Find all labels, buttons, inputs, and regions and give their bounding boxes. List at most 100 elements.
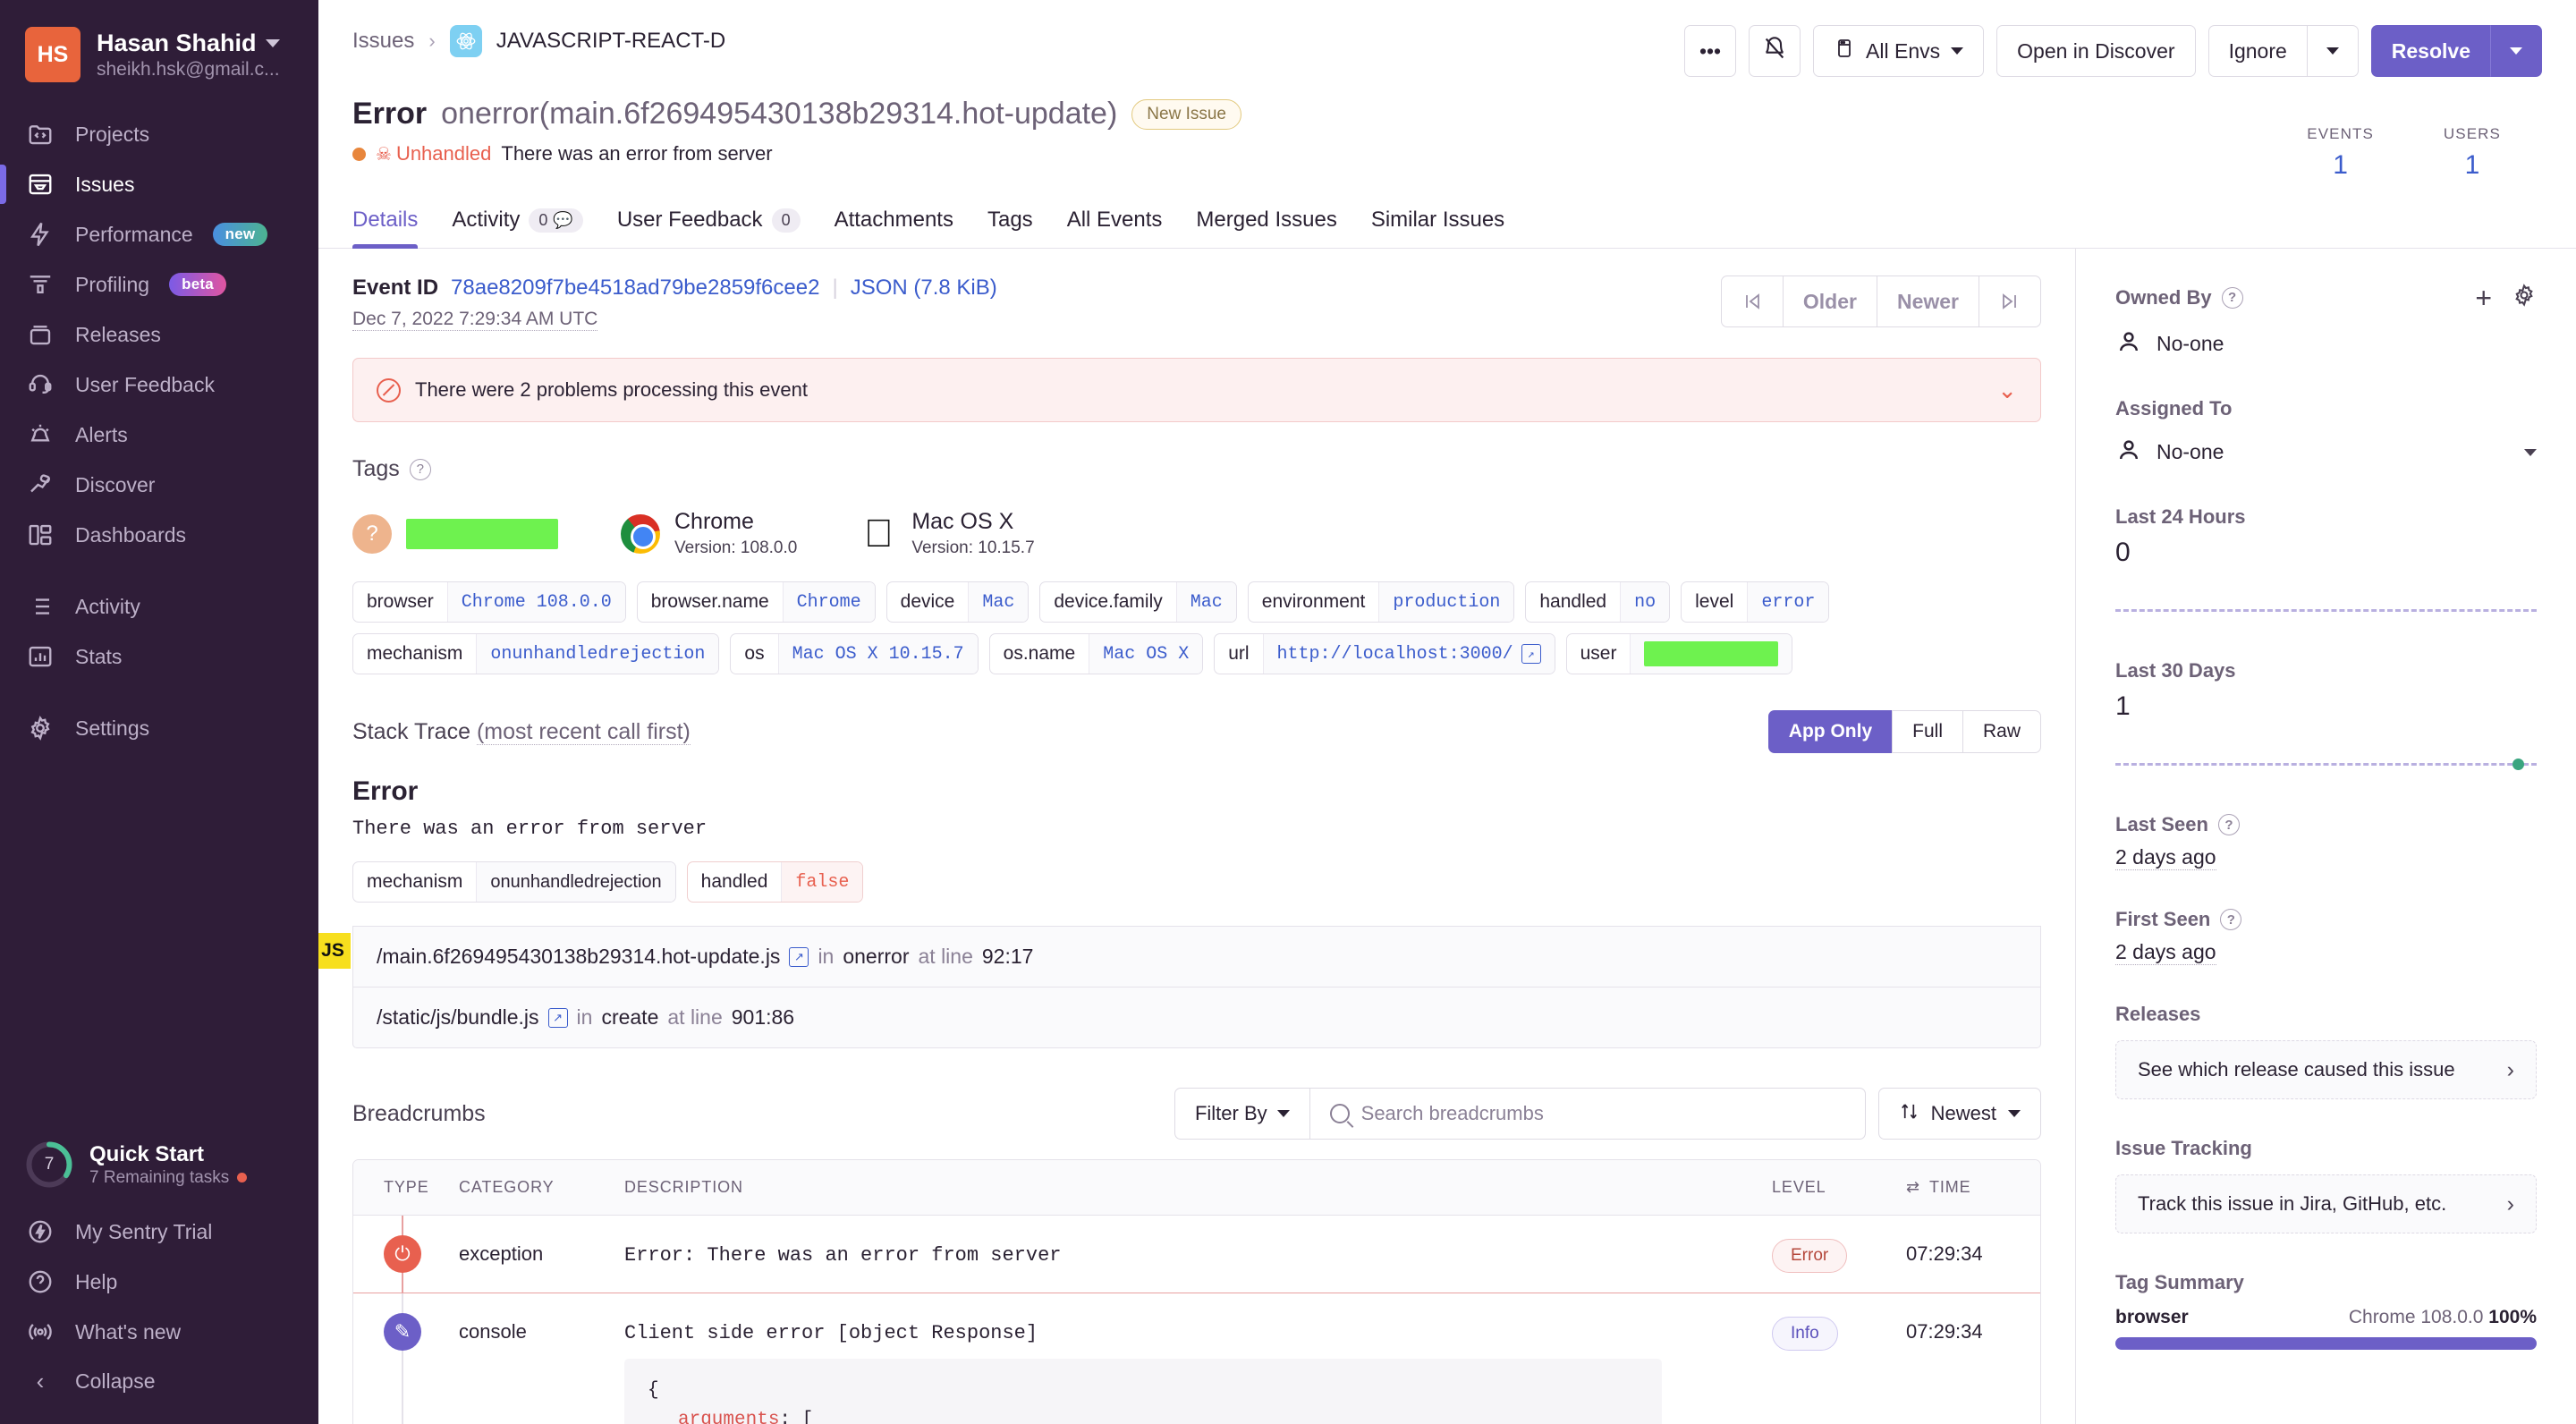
external-link-icon[interactable]: ↗ [547, 1007, 568, 1028]
sidebar-item-alerts[interactable]: Alerts [0, 410, 318, 460]
question-icon[interactable]: ? [2221, 286, 2243, 309]
tag-pill-level[interactable]: level error [1681, 581, 1830, 623]
older-event-button[interactable]: Older [1782, 275, 1877, 327]
breadcrumb-project-name[interactable]: JAVASCRIPT-REACT-D [496, 29, 725, 54]
tag-pill-url[interactable]: url http://localhost:3000/ ↗ [1214, 633, 1555, 674]
tab-user-feedback[interactable]: User Feedback 0 [617, 208, 801, 248]
sidebar-item-discover[interactable]: Discover [0, 460, 318, 510]
tag-key: device [900, 591, 955, 612]
ignore-button[interactable]: Ignore [2207, 25, 2307, 77]
add-owner-button[interactable]: + [2475, 284, 2492, 312]
tag-pill-handled[interactable]: handled no [1525, 581, 1671, 623]
sidebar-item-profiling[interactable]: Profiling beta [0, 259, 318, 309]
environment-label: All Envs [1866, 38, 1941, 63]
sidebar-item-dashboards[interactable]: Dashboards [0, 510, 318, 560]
view-app-only[interactable]: App Only [1767, 710, 1893, 753]
stack-pill-handled[interactable]: handled false [686, 861, 864, 903]
chevron-down-icon [2524, 448, 2537, 456]
tag-pill-environment[interactable]: environment production [1247, 581, 1515, 623]
tag-pill-user[interactable]: user [1565, 633, 1793, 674]
resolve-dropdown-button[interactable] [2490, 25, 2542, 77]
releases-card[interactable]: See which release caused this issue › [2115, 1040, 2537, 1099]
sidebar-item-help[interactable]: Help [0, 1257, 318, 1307]
filter-by-button[interactable]: Filter By [1175, 1089, 1310, 1139]
sidebar-item-settings[interactable]: Settings [0, 703, 318, 753]
stack-pill-mechanism[interactable]: mechanism onunhandledrejection [352, 861, 676, 903]
first-event-button[interactable] [1720, 275, 1783, 327]
tag-pill-browser[interactable]: browser Chrome 108.0.0 [352, 581, 626, 623]
column-time[interactable]: ⇄ TIME [1906, 1178, 2040, 1197]
tab-all-events[interactable]: All Events [1067, 208, 1163, 248]
tab-similar-issues[interactable]: Similar Issues [1371, 208, 1504, 248]
resolve-button[interactable]: Resolve [2370, 25, 2490, 77]
environment-selector[interactable]: All Envs [1813, 25, 1985, 77]
table-row[interactable]: ⏻ exception Error: There was an error fr… [353, 1216, 2040, 1293]
os-name: Mac OS X [911, 509, 1014, 534]
stack-frame[interactable]: /main.6f269495430138b29314.hot-update.js… [352, 926, 2041, 987]
view-raw[interactable]: Raw [1962, 710, 2041, 753]
tag-pill-device-family[interactable]: device.family Mac [1039, 581, 1237, 623]
processing-errors-alert[interactable]: There were 2 problems processing this ev… [352, 358, 2041, 422]
question-icon[interactable]: ? [409, 458, 431, 480]
tab-tags[interactable]: Tags [987, 208, 1033, 248]
tag-pill-os-name[interactable]: os.name Mac OS X [988, 633, 1204, 674]
collapse-sidebar-button[interactable]: ‹ Collapse [0, 1357, 318, 1406]
sidebar-item-activity[interactable]: Activity [0, 581, 318, 631]
sidebar-item-user-feedback[interactable]: User Feedback [0, 360, 318, 410]
tab-activity[interactable]: Activity 0 💬 [452, 208, 583, 248]
sidebar-item-releases[interactable]: Releases [0, 309, 318, 360]
ignore-dropdown-button[interactable] [2306, 25, 2359, 77]
resolve-button-group: Resolve [2370, 25, 2542, 77]
tag-summary-row[interactable]: browser Chrome 108.0.0 100% [2115, 1307, 2537, 1328]
tab-attachments[interactable]: Attachments [835, 208, 953, 248]
tag-pill-browser-name[interactable]: browser.name Chrome [636, 581, 876, 623]
chevron-down-icon[interactable]: ⌄ [1997, 377, 2017, 404]
mute-button[interactable] [1749, 25, 1801, 77]
event-id-value[interactable]: 78ae8209f7be4518ad79be2859f6cee2 [451, 275, 819, 301]
newer-event-button[interactable]: Newer [1876, 275, 1979, 327]
latest-event-button[interactable] [1979, 275, 2041, 327]
quick-start-button[interactable]: 7 Quick Start 7 Remaining tasks [0, 1128, 318, 1207]
os-version: Version: 10.15.7 [911, 538, 1035, 557]
tag-pill-device[interactable]: device Mac [886, 581, 1030, 623]
sidebar-item-performance[interactable]: Performance new [0, 209, 318, 259]
tag-summary-user[interactable]: ? [352, 513, 558, 554]
sidebar-item-my-sentry-trial[interactable]: My Sentry Trial [0, 1207, 318, 1257]
external-link-icon[interactable]: ↗ [1521, 644, 1541, 664]
open-in-discover-button[interactable]: Open in Discover [1996, 25, 2196, 77]
event-json-link[interactable]: JSON (7.8 KiB) [851, 275, 997, 301]
search-breadcrumbs-input[interactable]: Search breadcrumbs [1310, 1089, 1865, 1139]
more-actions-button[interactable]: ••• [1684, 25, 1737, 77]
external-link-icon[interactable]: ↗ [789, 946, 809, 967]
sidebar-item-projects[interactable]: Projects [0, 109, 318, 159]
question-icon[interactable]: ? [2220, 909, 2242, 930]
page-title: Error onerror(main.6f269495430138b29314.… [352, 97, 1241, 131]
releases-block: Releases See which release caused this i… [2115, 1003, 2537, 1099]
tab-details[interactable]: Details [352, 208, 419, 249]
breadcrumb-issues-link[interactable]: Issues [352, 29, 414, 54]
org-dropdown[interactable]: HS Hasan Shahid sheikh.hsk@gmail.c... [0, 20, 318, 109]
table-row[interactable]: ✎ console Client side error [object Resp… [353, 1293, 2040, 1424]
events-stat[interactable]: EVENTS 1 [2307, 125, 2374, 181]
tag-summary-os[interactable]:  Mac OS X Version: 10.15.7 [860, 509, 1035, 558]
users-stat[interactable]: USERS 1 [2444, 125, 2501, 181]
tab-merged-issues[interactable]: Merged Issues [1196, 208, 1336, 248]
event-scroll-area[interactable]: Event ID 78ae8209f7be4518ad79be2859f6cee… [318, 249, 2075, 1424]
view-full[interactable]: Full [1892, 710, 1962, 753]
tag-summary-browser[interactable]: Chrome Version: 108.0.0 [621, 509, 797, 558]
issue-tracking-card[interactable]: Track this issue in Jira, GitHub, etc. › [2115, 1174, 2537, 1233]
sidebar-item-stats[interactable]: Stats [0, 631, 318, 682]
assigned-to-selector[interactable]: No-one [2115, 437, 2537, 468]
owner-settings-button[interactable] [2512, 283, 2537, 312]
tag-pill-os[interactable]: os Mac OS X 10.15.7 [730, 633, 979, 674]
column-level: LEVEL [1772, 1178, 1826, 1196]
tag-pill-mechanism[interactable]: mechanism onunhandledrejection [352, 633, 720, 674]
users-label: USERS [2443, 125, 2501, 142]
stack-frame[interactable]: /static/js/bundle.js ↗ in create at line… [352, 987, 2041, 1048]
tag-value: Mac [1175, 582, 1236, 622]
sort-button[interactable]: Newest [1877, 1088, 2041, 1140]
issues-icon [25, 169, 55, 199]
sidebar-item-whats-new[interactable]: What's new [0, 1307, 318, 1357]
sidebar-item-issues[interactable]: Issues [0, 159, 318, 209]
question-icon[interactable]: ? [2217, 814, 2240, 835]
